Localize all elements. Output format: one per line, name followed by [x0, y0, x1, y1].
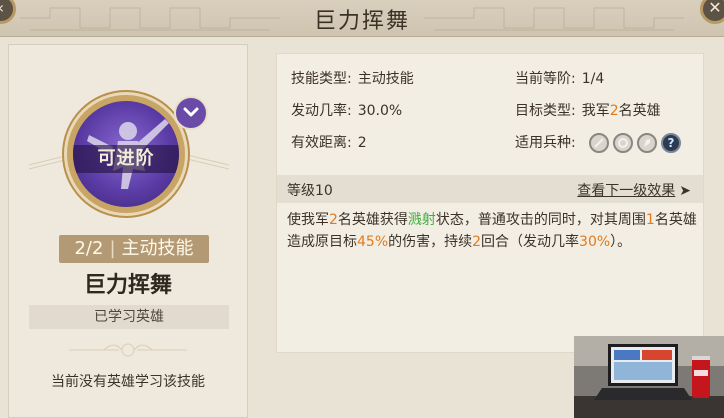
- desc-number: 45%: [357, 234, 389, 250]
- attr-range: 有效距离: 2: [291, 132, 367, 152]
- attr-troop-types: 适用兵种:: [515, 132, 582, 152]
- chevron-down-icon: [183, 107, 199, 117]
- title-bar: 巨力挥舞: [0, 0, 724, 37]
- skill-type-short: 主动技能: [121, 238, 194, 259]
- attr-label: 技能类型:: [291, 71, 352, 87]
- attr-label: 有效距离:: [291, 135, 352, 151]
- attr-target-type: 目标类型: 我军2名英雄: [515, 100, 661, 120]
- back-icon: ‹: [0, 0, 4, 17]
- attr-label: 当前等阶:: [515, 71, 576, 87]
- desc-text: 的伤害，持续: [388, 234, 473, 250]
- desc-text: ）。: [610, 234, 632, 250]
- next-level-link-label: 查看下一级效果: [577, 183, 676, 199]
- arrow-right-icon: ➤: [679, 183, 691, 199]
- skill-level-bar: 2/2 | 主动技能: [59, 235, 209, 263]
- unknown-troop-icon[interactable]: ?: [661, 132, 681, 153]
- desc-text: 名英雄获得: [337, 212, 408, 228]
- level-separator: |: [109, 238, 116, 259]
- attr-label: 适用兵种:: [515, 135, 576, 151]
- attr-value: 主动技能: [357, 71, 414, 87]
- attr-value: 1/4: [581, 71, 605, 87]
- desc-status: 溅射: [407, 212, 436, 228]
- attr-value: 2: [357, 135, 367, 151]
- no-hero-note: 当前没有英雄学习该技能: [51, 374, 205, 390]
- desc-text: 状态，普通攻击的同时，对其周围: [435, 212, 646, 228]
- target-count: 2: [609, 103, 619, 119]
- skill-detail-panel: 技能类型: 主动技能 当前等阶: 1/4 发动几率: 30.0% 目标类型: 我军2名英…: [276, 53, 704, 353]
- troop-icons: ?: [589, 132, 685, 153]
- learned-heroes-strip: 已学习英雄: [29, 305, 229, 329]
- desc-number: 2: [472, 234, 482, 250]
- level-row: 等级10 查看下一级效果 ➤: [277, 175, 703, 203]
- ad-overlay-image[interactable]: [574, 336, 724, 418]
- next-level-link[interactable]: 查看下一级效果 ➤: [577, 180, 691, 200]
- window-title: 巨力挥舞: [313, 9, 410, 34]
- attr-trigger-rate: 发动几率: 30.0%: [291, 100, 402, 120]
- skill-summary-panel: 可进阶 2/2 | 主动技能 巨力挥舞 已学习英雄 当前没有英雄学习该技能: [8, 44, 248, 418]
- close-icon: ✕: [708, 0, 722, 17]
- advance-label: 可进阶: [73, 145, 179, 173]
- attr-label: 发动几率:: [291, 103, 352, 119]
- attr-current-tier: 当前等阶: 1/4: [515, 68, 604, 88]
- skill-name: 巨力挥舞: [83, 273, 172, 298]
- attr-value: 我军: [581, 103, 610, 119]
- advance-chevron-button[interactable]: [174, 96, 208, 130]
- desc-number: 1: [645, 212, 655, 228]
- attr-skill-type: 技能类型: 主动技能: [291, 68, 414, 88]
- skill-description: 使我军2名英雄获得溅射状态，普通攻击的同时，对其周围1名英雄造成原目标45%的伤…: [287, 209, 697, 253]
- horse-troop-icon[interactable]: [637, 132, 657, 153]
- desc-text: 使我军: [287, 212, 329, 228]
- skill-level: 等级10: [287, 183, 333, 199]
- desc-text: 回合（发动几率: [481, 234, 580, 250]
- desc-number: 2: [329, 212, 338, 228]
- attr-label: 目标类型:: [515, 103, 576, 119]
- skill-icon[interactable]: 可进阶: [67, 95, 185, 213]
- attr-value-suffix: 名英雄: [618, 103, 661, 119]
- laptop-photo: [574, 336, 724, 418]
- skill-level-count: 2/2: [74, 238, 104, 259]
- attr-value: 30.0%: [357, 103, 403, 119]
- sword-troop-icon[interactable]: [589, 132, 609, 153]
- shield-troop-icon[interactable]: [613, 132, 633, 153]
- desc-number: 30%: [579, 234, 611, 250]
